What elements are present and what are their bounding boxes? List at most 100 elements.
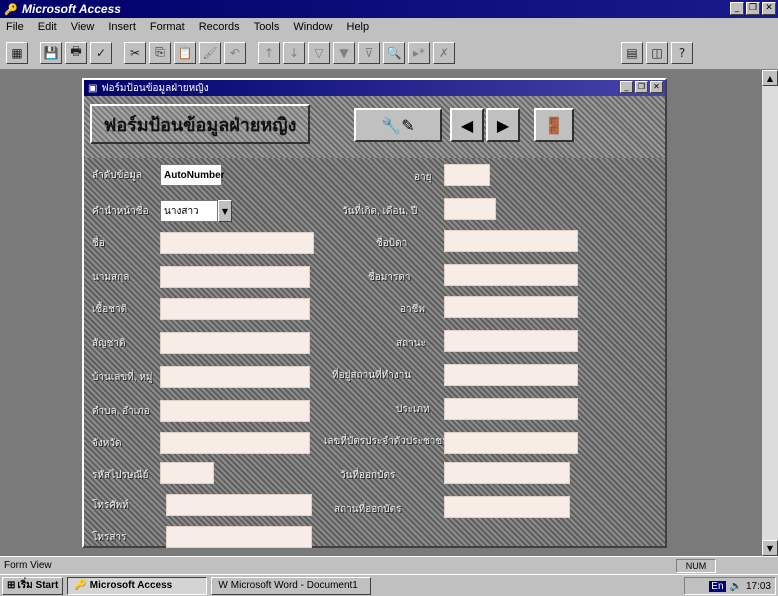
menu-insert[interactable]: Insert — [106, 21, 138, 33]
menu-records[interactable]: Records — [197, 21, 242, 33]
title-prefix-value: นางสาว — [160, 200, 218, 222]
taskbar-item-word[interactable]: W Microsoft Word - Document1 — [211, 576, 372, 595]
copy-icon[interactable]: ⎘ — [149, 41, 171, 64]
previous-record-button[interactable]: ◀ — [450, 108, 484, 142]
form-body: ฟอร์มป้อนข้อมูลฝ่ายหญิง 🔧✎ ◀ ▶ 🚪 ลำดับข้… — [84, 96, 665, 548]
form-title: ฟอร์มป้อนข้อมูลฝ่ายหญิง — [90, 104, 310, 144]
province-field[interactable] — [160, 432, 310, 454]
database-window-icon[interactable]: ▤ — [621, 41, 643, 64]
access-key-icon: 🔑 — [74, 580, 87, 591]
label-nationality: สัญชาติ — [92, 338, 126, 349]
issue-date-field[interactable] — [444, 462, 570, 484]
age-field[interactable] — [444, 164, 490, 186]
label-last-name: นามสกุล — [92, 272, 130, 283]
edit-tools-button[interactable]: 🔧✎ — [354, 108, 442, 142]
exit-form-button[interactable]: 🚪 — [534, 108, 574, 142]
status-text: Form View — [4, 560, 52, 571]
title-prefix-select[interactable]: นางสาว ▼ — [160, 200, 232, 222]
form-close-button[interactable]: ✕ — [650, 81, 663, 93]
vertical-scrollbar[interactable]: ▲ ▼ — [762, 70, 778, 556]
label-age: อายุ — [414, 172, 432, 183]
paste-icon[interactable]: 📋 — [174, 41, 196, 64]
label-record-no: ลำดับข้อมูล — [92, 170, 143, 181]
birth-date-field[interactable] — [444, 198, 496, 220]
undo-icon[interactable]: ↶ — [224, 41, 246, 64]
race-field[interactable] — [160, 298, 310, 320]
language-indicator[interactable]: En — [709, 580, 726, 592]
workplace-address-field[interactable] — [444, 364, 578, 386]
save-icon[interactable]: 💾 — [40, 41, 62, 64]
new-object-icon[interactable]: ◫ — [646, 41, 668, 64]
next-record-button[interactable]: ▶ — [486, 108, 520, 142]
menu-view[interactable]: View — [69, 21, 97, 33]
filter-form-icon[interactable]: ▼ — [333, 41, 355, 64]
chevron-down-icon[interactable]: ▼ — [218, 200, 232, 222]
apply-filter-icon[interactable]: ⊽ — [358, 41, 380, 64]
postal-code-field[interactable] — [160, 462, 214, 484]
nationality-field[interactable] — [160, 332, 310, 354]
view-icon[interactable]: ▦ — [6, 41, 28, 64]
scroll-down-icon[interactable]: ▼ — [762, 540, 778, 556]
arrow-right-icon: ▶ — [496, 115, 510, 135]
form-restore-button[interactable]: ❐ — [635, 81, 648, 93]
menu-file[interactable]: File — [4, 21, 26, 33]
filter-icon[interactable]: ▽ — [308, 41, 330, 64]
label-workplace-address: ที่อยู่สถานที่ทำงาน — [332, 370, 412, 381]
delete-record-icon[interactable]: ✗ — [433, 41, 455, 64]
taskbar-item-access-label: Microsoft Access — [89, 580, 173, 591]
father-name-field[interactable] — [444, 230, 578, 252]
subdistrict-field[interactable] — [160, 400, 310, 422]
label-status: สถานะ — [396, 338, 426, 349]
cut-icon[interactable]: ✂ — [124, 41, 146, 64]
close-button[interactable]: ✕ — [762, 2, 776, 15]
taskbar-item-word-label: Microsoft Word - Document1 — [230, 580, 358, 591]
label-subdistrict: ตำบล, อำเภอ — [92, 406, 150, 417]
issue-place-field[interactable] — [444, 496, 570, 518]
menu-edit[interactable]: Edit — [36, 21, 59, 33]
menu-bar: File Edit View Insert Format Records Too… — [0, 18, 778, 36]
new-record-icon[interactable]: ▸* — [408, 41, 430, 64]
speaker-icon[interactable]: 🔈 — [730, 581, 742, 592]
menu-help[interactable]: Help — [345, 21, 372, 33]
minimize-button[interactable]: _ — [730, 2, 744, 15]
label-category: ประเภท — [396, 404, 430, 415]
print-icon[interactable]: 🖶 — [65, 41, 87, 64]
scroll-up-icon[interactable]: ▲ — [762, 70, 778, 86]
taskbar-item-access[interactable]: 🔑 Microsoft Access — [67, 576, 208, 595]
status-field[interactable] — [444, 330, 578, 352]
find-icon[interactable]: 🔍 — [383, 41, 405, 64]
format-painter-icon[interactable]: 🖌 — [199, 41, 221, 64]
start-button[interactable]: ⊞ เริ่ม Start — [2, 576, 64, 595]
menu-format[interactable]: Format — [148, 21, 187, 33]
label-occupation: อาชีพ — [400, 304, 425, 315]
form-minimize-button[interactable]: _ — [620, 81, 633, 93]
phone-field[interactable] — [166, 494, 312, 516]
restore-button[interactable]: ❐ — [746, 2, 760, 15]
first-name-field[interactable] — [160, 232, 314, 254]
mother-name-field[interactable] — [444, 264, 578, 286]
access-key-icon: 🔑 — [4, 3, 18, 16]
sort-descending-icon[interactable]: ↓ — [283, 41, 305, 64]
menu-window[interactable]: Window — [291, 21, 334, 33]
clock: 17:03 — [745, 580, 771, 592]
fax-field[interactable] — [166, 526, 312, 548]
category-field[interactable] — [444, 398, 578, 420]
id-card-no-field[interactable] — [444, 432, 578, 454]
record-no-field[interactable]: AutoNumber — [160, 164, 225, 186]
label-id-card-no: เลขที่บัตรประจำตัวประชาชน — [324, 436, 449, 447]
house-no-field[interactable] — [160, 366, 310, 388]
exit-door-icon: 🚪 — [544, 115, 564, 135]
sort-ascending-icon[interactable]: ↑ — [258, 41, 280, 64]
last-name-field[interactable] — [160, 266, 310, 288]
label-title-prefix: คำนำหน้าชื่อ — [92, 206, 149, 217]
menu-tools[interactable]: Tools — [252, 21, 282, 33]
taskbar: ⊞ เริ่ม Start 🔑 Microsoft Access W Micro… — [0, 574, 778, 596]
app-title-bar: 🔑 Microsoft Access _ ❐ ✕ — [0, 0, 778, 18]
form-header: ฟอร์มป้อนข้อมูลฝ่ายหญิง 🔧✎ ◀ ▶ 🚪 — [84, 96, 665, 158]
arrow-left-icon: ◀ — [460, 115, 474, 135]
form-icon: ▣ — [88, 82, 98, 94]
num-lock-indicator: NUM — [676, 559, 716, 573]
occupation-field[interactable] — [444, 296, 578, 318]
help-icon[interactable]: ? — [671, 41, 693, 64]
spelling-icon[interactable]: ✓ — [90, 41, 112, 64]
